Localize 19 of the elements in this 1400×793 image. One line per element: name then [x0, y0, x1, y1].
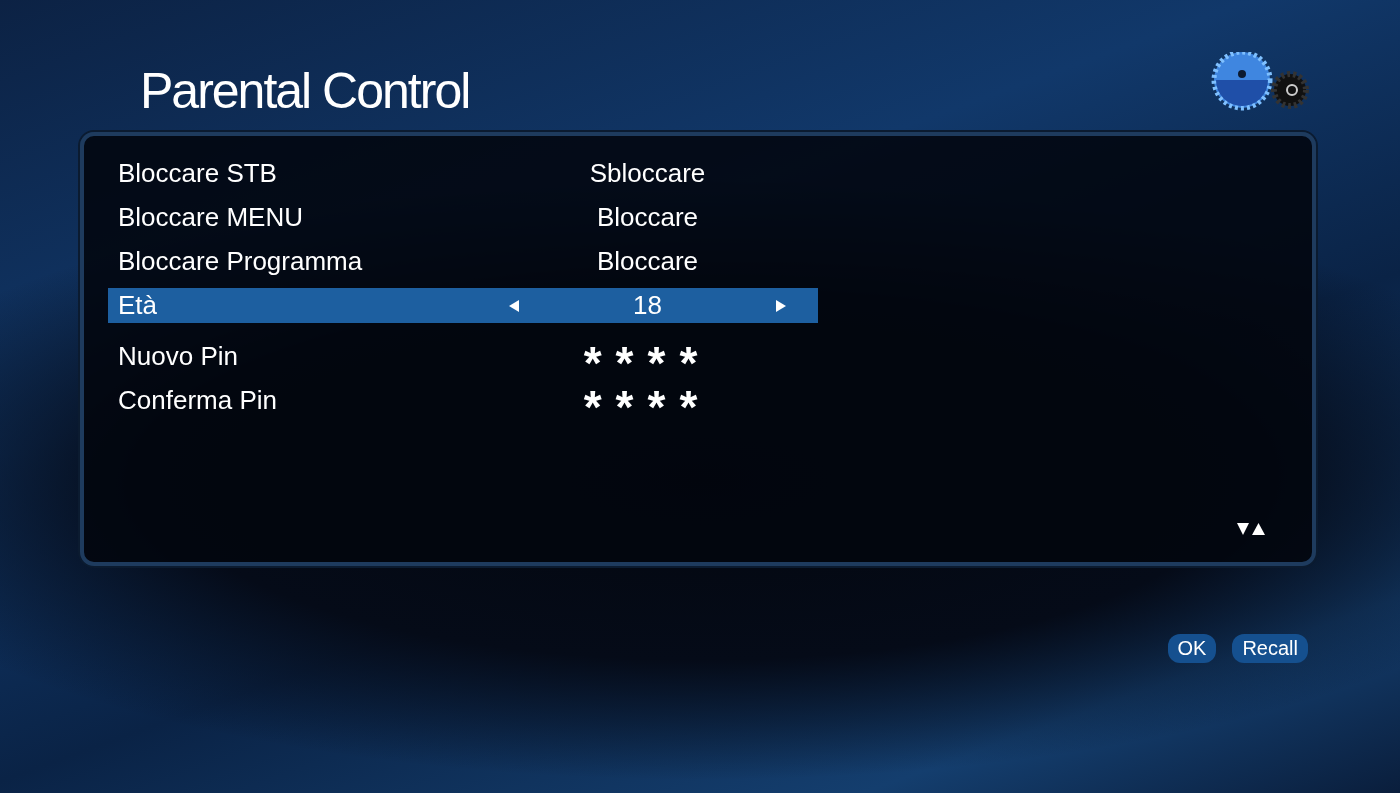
menu-row[interactable]: Bloccare STB Sbloccare — [108, 156, 818, 191]
menu-label: Bloccare Programma — [117, 246, 363, 277]
page-title: Parental Control — [140, 62, 470, 120]
option-value: 18 — [632, 290, 663, 321]
right-arrow-icon[interactable] — [775, 298, 787, 313]
menu-label: Bloccare MENU — [117, 202, 303, 233]
menu-row[interactable]: Bloccare MENU Bloccare — [108, 200, 818, 235]
option-value: Sbloccare — [588, 158, 707, 189]
menu-row[interactable]: Età 18 — [108, 288, 818, 323]
option-value: Bloccare — [595, 202, 700, 233]
scroll-arrows-icon — [1236, 522, 1266, 536]
menu-label: Bloccare STB — [117, 158, 277, 189]
option-value: Bloccare — [595, 246, 700, 277]
menu-label: Età — [117, 290, 158, 321]
remote-key-button[interactable]: OK — [1167, 634, 1217, 663]
remote-key-button[interactable]: Recall — [1232, 634, 1308, 663]
left-arrow-icon[interactable] — [508, 298, 520, 313]
gear-icon — [1210, 52, 1312, 112]
menu-row[interactable]: Bloccare Programma Bloccare — [108, 244, 818, 279]
